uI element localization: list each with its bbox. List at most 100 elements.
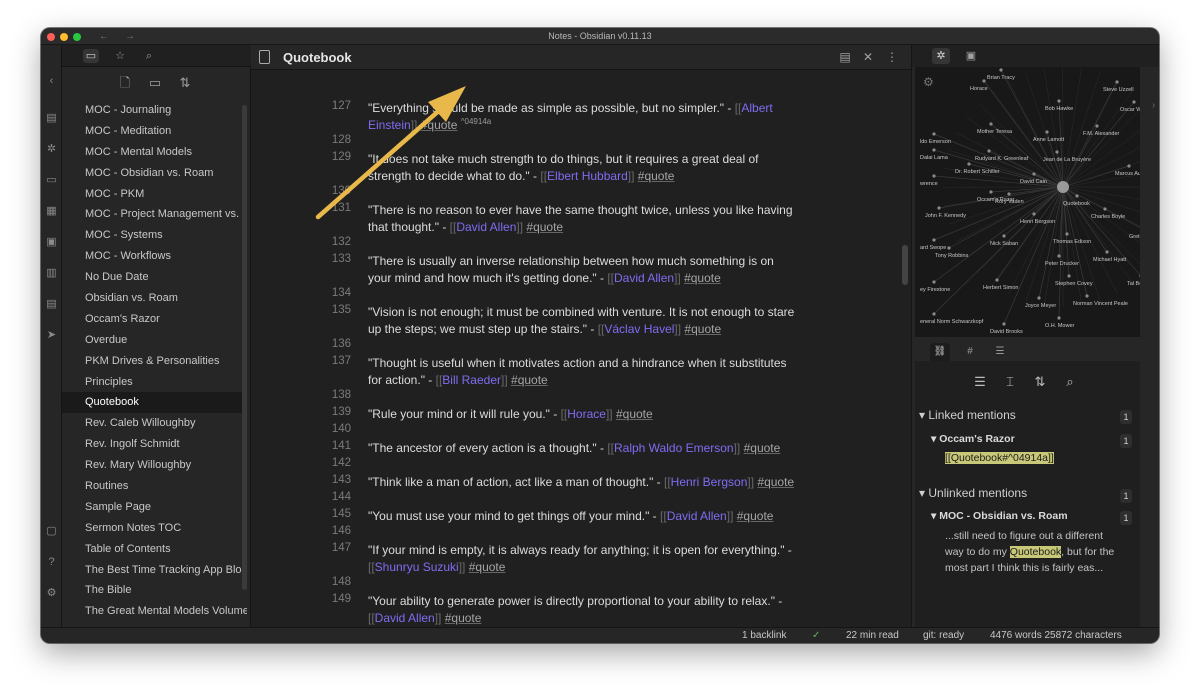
unlinked-source-header[interactable]: ▾ MOC - Obsidian vs. Roam: [931, 510, 1068, 522]
file-item[interactable]: Quotebook: [62, 392, 247, 414]
unlinked-mentions-header[interactable]: ▾ Unlinked mentions: [919, 486, 1027, 500]
star-icon[interactable]: ☆: [112, 49, 128, 63]
graph-node[interactable]: [1007, 192, 1011, 196]
graph-node[interactable]: [932, 174, 936, 178]
graph-node[interactable]: [1055, 150, 1059, 154]
quote-tag[interactable]: #quote: [445, 611, 482, 625]
linked-mention-snippet[interactable]: [[Quotebook#^04914a]]: [945, 450, 1120, 466]
local-graph[interactable]: Brian Tracy Horace Steve Uzzell Bob Hawke Os…: [915, 67, 1140, 337]
outline-list-icon[interactable]: ☰: [990, 343, 1010, 361]
backlink-count[interactable]: 1 backlink: [742, 628, 786, 643]
graph-node[interactable]: [1057, 99, 1061, 103]
graph-node[interactable]: [999, 68, 1003, 72]
graph-node[interactable]: [1067, 274, 1071, 278]
file-item[interactable]: MOC - Workflows: [62, 246, 247, 267]
graph-node[interactable]: [1032, 212, 1036, 216]
graph-node[interactable]: [932, 280, 936, 284]
link-icon[interactable]: ⛓: [930, 343, 950, 361]
graph-node[interactable]: [1105, 250, 1109, 254]
show-search-filter-icon[interactable]: ⌕: [1061, 373, 1079, 391]
graph-node[interactable]: [937, 206, 941, 210]
more-options-icon[interactable]: ⋮: [885, 45, 899, 70]
editor-body[interactable]: 127 "Everything should be made as simple …: [251, 70, 911, 627]
collapse-left-chevron-icon[interactable]: ‹: [45, 75, 58, 88]
graph-node[interactable]: [932, 312, 936, 316]
settings-gear-icon[interactable]: ⚙: [45, 587, 58, 600]
file-item[interactable]: MOC - Meditation: [62, 121, 247, 142]
send-icon[interactable]: ➤: [45, 329, 58, 342]
git-status[interactable]: git: ready: [923, 628, 964, 643]
back-arrow-icon[interactable]: ←: [99, 28, 109, 45]
collapse-right-chevron-icon[interactable]: ›: [1152, 100, 1155, 111]
editor-scrollbar[interactable]: [902, 245, 908, 285]
quote-tag[interactable]: #quote: [744, 441, 781, 455]
file-item[interactable]: No Due Date: [62, 267, 247, 288]
sort-icon[interactable]: ⇅: [177, 75, 193, 91]
close-icon[interactable]: ✕: [861, 45, 875, 70]
graph-node[interactable]: [1103, 207, 1107, 211]
file-item[interactable]: PKM Drives & Personalities: [62, 351, 247, 372]
author-wikilink[interactable]: David Allen: [667, 509, 727, 523]
graph-node[interactable]: [1045, 130, 1049, 134]
vault-icon[interactable]: ▢: [45, 525, 58, 538]
forward-arrow-icon[interactable]: →: [125, 28, 135, 45]
quote-tag[interactable]: #quote: [757, 475, 794, 489]
graph-node[interactable]: [967, 162, 971, 166]
linked-mentions-header[interactable]: ▾ Linked mentions: [919, 408, 1016, 422]
file-item[interactable]: The Great Mental Models Volume: [62, 601, 247, 622]
file-item[interactable]: Routines: [62, 476, 247, 497]
graph-node[interactable]: [995, 278, 999, 282]
file-item[interactable]: Obsidian vs. Roam: [62, 288, 247, 309]
graph-node[interactable]: [989, 122, 993, 126]
kanban-icon[interactable]: ▥: [45, 267, 58, 280]
graph-center-node[interactable]: [1057, 181, 1069, 193]
graph-node[interactable]: [932, 148, 936, 152]
quote-tag[interactable]: #quote: [684, 271, 721, 285]
maximize-window-button[interactable]: [73, 33, 81, 41]
file-item[interactable]: MOC - PKM: [62, 184, 247, 205]
file-item[interactable]: MOC - Obsidian vs. Roam: [62, 163, 247, 184]
close-window-button[interactable]: [47, 33, 55, 41]
author-wikilink[interactable]: Elbert Hubbard: [547, 169, 628, 183]
graph-node[interactable]: [932, 238, 936, 242]
help-icon[interactable]: ?: [45, 556, 58, 569]
file-item[interactable]: MOC - Project Management vs. T: [62, 204, 247, 225]
file-item[interactable]: Sermon Notes TOC: [62, 518, 247, 539]
graph-node[interactable]: [987, 149, 991, 153]
reading-view-icon[interactable]: ▤: [838, 45, 852, 70]
templates-icon[interactable]: ▦: [45, 205, 58, 218]
open-quick-switcher-icon[interactable]: ▤: [45, 112, 58, 125]
folder-icon[interactable]: ▭: [83, 49, 99, 63]
author-wikilink[interactable]: David Allen: [456, 220, 516, 234]
file-item[interactable]: Principles: [62, 372, 247, 393]
minimize-window-button[interactable]: [60, 33, 68, 41]
graph-node[interactable]: [1127, 164, 1131, 168]
author-wikilink[interactable]: Václav Havel: [604, 322, 674, 336]
file-item[interactable]: MOC - Mental Models: [62, 142, 247, 163]
graph-node[interactable]: [1095, 124, 1099, 128]
file-item[interactable]: Overdue: [62, 330, 247, 351]
graph-view-icon[interactable]: ✲: [45, 143, 58, 156]
graph-node[interactable]: [1075, 194, 1079, 198]
new-folder-icon[interactable]: ▭: [147, 75, 163, 91]
file-item[interactable]: Sample Page: [62, 497, 247, 518]
quote-tag[interactable]: #quote: [638, 169, 675, 183]
search-icon[interactable]: ⌕: [141, 49, 157, 63]
graph-node[interactable]: [1037, 296, 1041, 300]
file-item[interactable]: Occam's Razor: [62, 309, 247, 330]
graph-node[interactable]: [947, 246, 951, 250]
unlinked-mention-snippet[interactable]: ...still need to figure out a different …: [945, 528, 1120, 576]
graph-node[interactable]: [989, 190, 993, 194]
quote-tag[interactable]: #quote: [526, 220, 563, 234]
change-sort-order-icon[interactable]: ⇅: [1031, 373, 1049, 391]
new-note-icon[interactable]: 🗋: [117, 75, 133, 91]
graph-node[interactable]: [1057, 316, 1061, 320]
file-item[interactable]: Rev. Caleb Willoughby: [62, 413, 247, 434]
author-wikilink[interactable]: Ralph Waldo Emerson: [614, 441, 734, 455]
graph-node[interactable]: [932, 132, 936, 136]
quote-tag[interactable]: #quote: [469, 560, 506, 574]
quote-tag[interactable]: #quote: [421, 118, 458, 132]
show-more-context-icon[interactable]: ⌶: [1001, 373, 1019, 391]
graph-node[interactable]: [1115, 80, 1119, 84]
quote-tag[interactable]: #quote: [684, 322, 721, 336]
